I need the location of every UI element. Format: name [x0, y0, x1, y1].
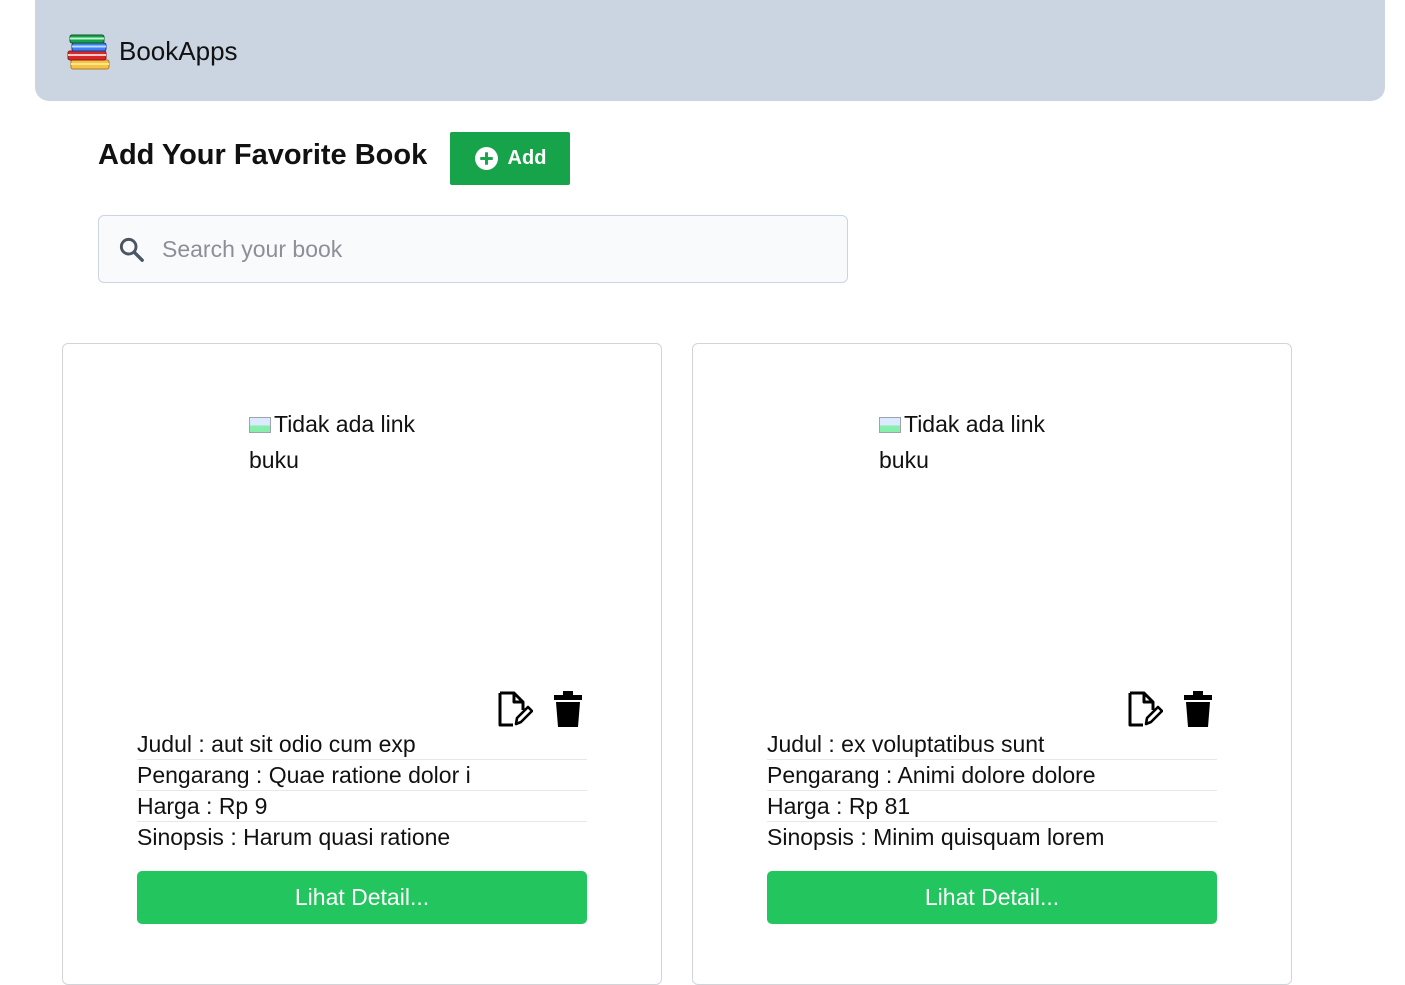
- brand-name: BookApps: [119, 35, 238, 66]
- book-price: Harga : Rp 9: [137, 791, 587, 822]
- book-details: Judul : aut sit odio cum exp Pengarang :…: [137, 729, 587, 852]
- card-actions: [497, 690, 586, 728]
- books-stack-icon: [67, 34, 110, 70]
- plus-circle-icon: [474, 147, 498, 170]
- book-cover-image: Tidak ada link buku: [249, 406, 439, 478]
- book-author: Pengarang : Quae ratione dolor i: [137, 760, 587, 791]
- add-book-button[interactable]: Add: [450, 132, 570, 185]
- brand[interactable]: BookApps: [65, 30, 238, 72]
- search-input[interactable]: [160, 234, 804, 264]
- broken-image-icon: [249, 417, 271, 433]
- book-cover-alt: Tidak ada link buku: [879, 411, 1046, 473]
- book-synopsis: Sinopsis : Minim quisquam lorem: [767, 824, 1105, 850]
- book-details: Judul : ex voluptatibus sunt Pengarang :…: [767, 729, 1217, 852]
- book-title: Judul : ex voluptatibus sunt: [767, 729, 1217, 760]
- book-card: Tidak ada link buku Judul : aut sit odio…: [62, 343, 662, 985]
- book-synopsis: Sinopsis : Harum quasi ratione: [137, 824, 451, 850]
- add-button-label: Add: [507, 147, 547, 169]
- book-author: Pengarang : Animi dolore dolore: [767, 760, 1217, 791]
- navbar: BookApps: [35, 0, 1385, 101]
- broken-image-icon: [879, 417, 901, 433]
- search-bar: [98, 215, 848, 283]
- book-price: Harga : Rp 81: [767, 791, 1217, 822]
- trash-icon[interactable]: [1180, 690, 1216, 728]
- book-card: Tidak ada link buku Judul : ex voluptati…: [692, 343, 1292, 985]
- book-title: Judul : aut sit odio cum exp: [137, 729, 587, 760]
- trash-icon[interactable]: [550, 690, 586, 728]
- view-detail-button[interactable]: Lihat Detail...: [137, 871, 587, 924]
- view-detail-button[interactable]: Lihat Detail...: [767, 871, 1217, 924]
- edit-file-icon[interactable]: [1127, 690, 1163, 728]
- search-icon: [119, 237, 144, 262]
- page-title: Add Your Favorite Book: [98, 139, 428, 171]
- book-cover-image: Tidak ada link buku: [879, 406, 1069, 478]
- book-cover-alt: Tidak ada link buku: [249, 411, 416, 473]
- edit-file-icon[interactable]: [497, 690, 533, 728]
- card-actions: [1127, 690, 1216, 728]
